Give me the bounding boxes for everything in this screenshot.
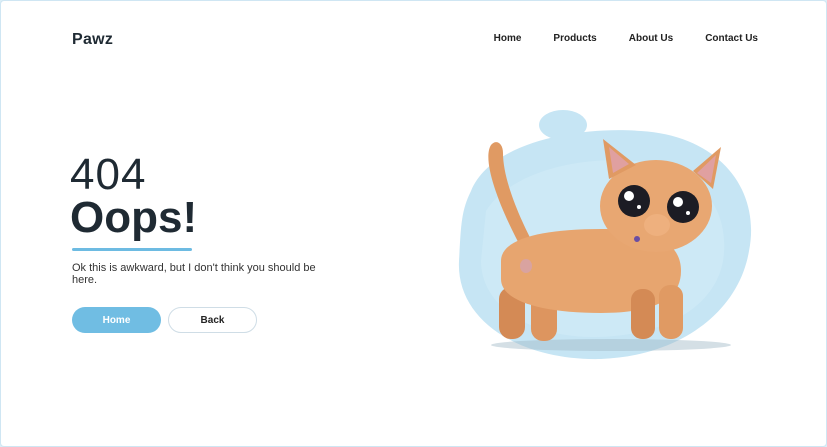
page-frame: Pawz Home Products About Us Contact Us 4… xyxy=(1,1,826,446)
error-message: Ok this is awkward, but I don't think yo… xyxy=(72,262,316,286)
nav-item-contact-us[interactable]: Contact Us xyxy=(692,26,771,51)
cat-illustration xyxy=(458,110,752,360)
nav-item-about-us[interactable]: About Us xyxy=(616,26,686,51)
error-headline: Oops! xyxy=(70,193,198,242)
back-button[interactable]: Back xyxy=(168,307,257,333)
home-button[interactable]: Home xyxy=(72,307,161,333)
cat-shadow xyxy=(491,339,731,351)
nav-item-home[interactable]: Home xyxy=(481,26,535,51)
nav-item-products[interactable]: Products xyxy=(540,26,609,51)
top-nav: Home Products About Us Contact Us xyxy=(475,26,771,51)
brand-logo[interactable]: Pawz xyxy=(72,31,113,49)
error-code: 404 xyxy=(70,150,147,199)
headline-underline xyxy=(72,248,192,251)
